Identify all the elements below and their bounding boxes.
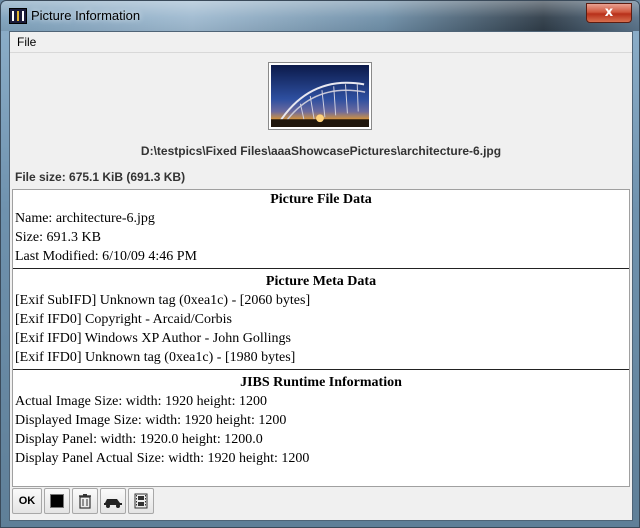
- runtime-line: Display Panel Actual Size: width: 1920 h…: [15, 451, 310, 466]
- client-area: File D:\testpics\Fixed Files\aaaShowcase…: [9, 31, 633, 521]
- menu-file[interactable]: File: [14, 32, 39, 52]
- file-path: D:\testpics\Fixed Files\aaaShowcasePictu…: [140, 144, 502, 158]
- runtime-line: Displayed Image Size: width: 1920 height…: [15, 413, 287, 428]
- thumbnail-image: [271, 65, 369, 127]
- car-button[interactable]: [100, 488, 126, 514]
- window-title: Picture Information: [31, 8, 141, 23]
- trash-icon: [79, 494, 91, 509]
- divider: [13, 268, 629, 269]
- black-square-icon: [50, 494, 64, 508]
- section-title-runtime: JIBS Runtime Information: [240, 375, 402, 390]
- film-strip-app-icon: [9, 8, 27, 24]
- ok-button[interactable]: OK: [12, 488, 42, 514]
- info-panel: Picture File Data Name: architecture-6.j…: [12, 189, 630, 487]
- runtime-line: Display Panel: width: 1920.0 height: 120…: [15, 432, 263, 447]
- title-bar[interactable]: Picture Information x: [1, 1, 639, 31]
- black-square-button[interactable]: [44, 488, 70, 514]
- film-icon: [134, 493, 148, 509]
- film-button[interactable]: [128, 488, 154, 514]
- section-title-meta-data: Picture Meta Data: [265, 274, 377, 289]
- runtime-line: Actual Image Size: width: 1920 height: 1…: [15, 394, 267, 409]
- section-title-file-data: Picture File Data: [270, 192, 372, 207]
- file-size-line: Size: 691.3 KB: [15, 230, 101, 245]
- picture-information-window: Picture Information x File D:\testpics\F…: [0, 0, 640, 528]
- meta-line: [Exif IFD0] Unknown tag (0xea1c) - [1980…: [15, 350, 296, 365]
- close-button[interactable]: x: [586, 3, 632, 23]
- delete-button[interactable]: [72, 488, 98, 514]
- meta-line: [Exif IFD0] Windows XP Author - John Gol…: [15, 331, 291, 346]
- divider: [13, 369, 629, 370]
- meta-line: [Exif SubIFD] Unknown tag (0xea1c) - [20…: [15, 293, 311, 308]
- picture-thumbnail[interactable]: [268, 62, 372, 130]
- car-icon: [104, 499, 122, 508]
- meta-line: [Exif IFD0] Copyright - Arcaid/Corbis: [15, 312, 232, 327]
- file-name-line: Name: architecture-6.jpg: [15, 211, 155, 226]
- menu-bar: File: [10, 32, 632, 53]
- bottom-toolbar: OK: [12, 488, 154, 516]
- file-size: File size: 675.1 KiB (691.3 KB): [15, 170, 186, 184]
- last-modified-line: Last Modified: 6/10/09 4:46 PM: [15, 249, 197, 264]
